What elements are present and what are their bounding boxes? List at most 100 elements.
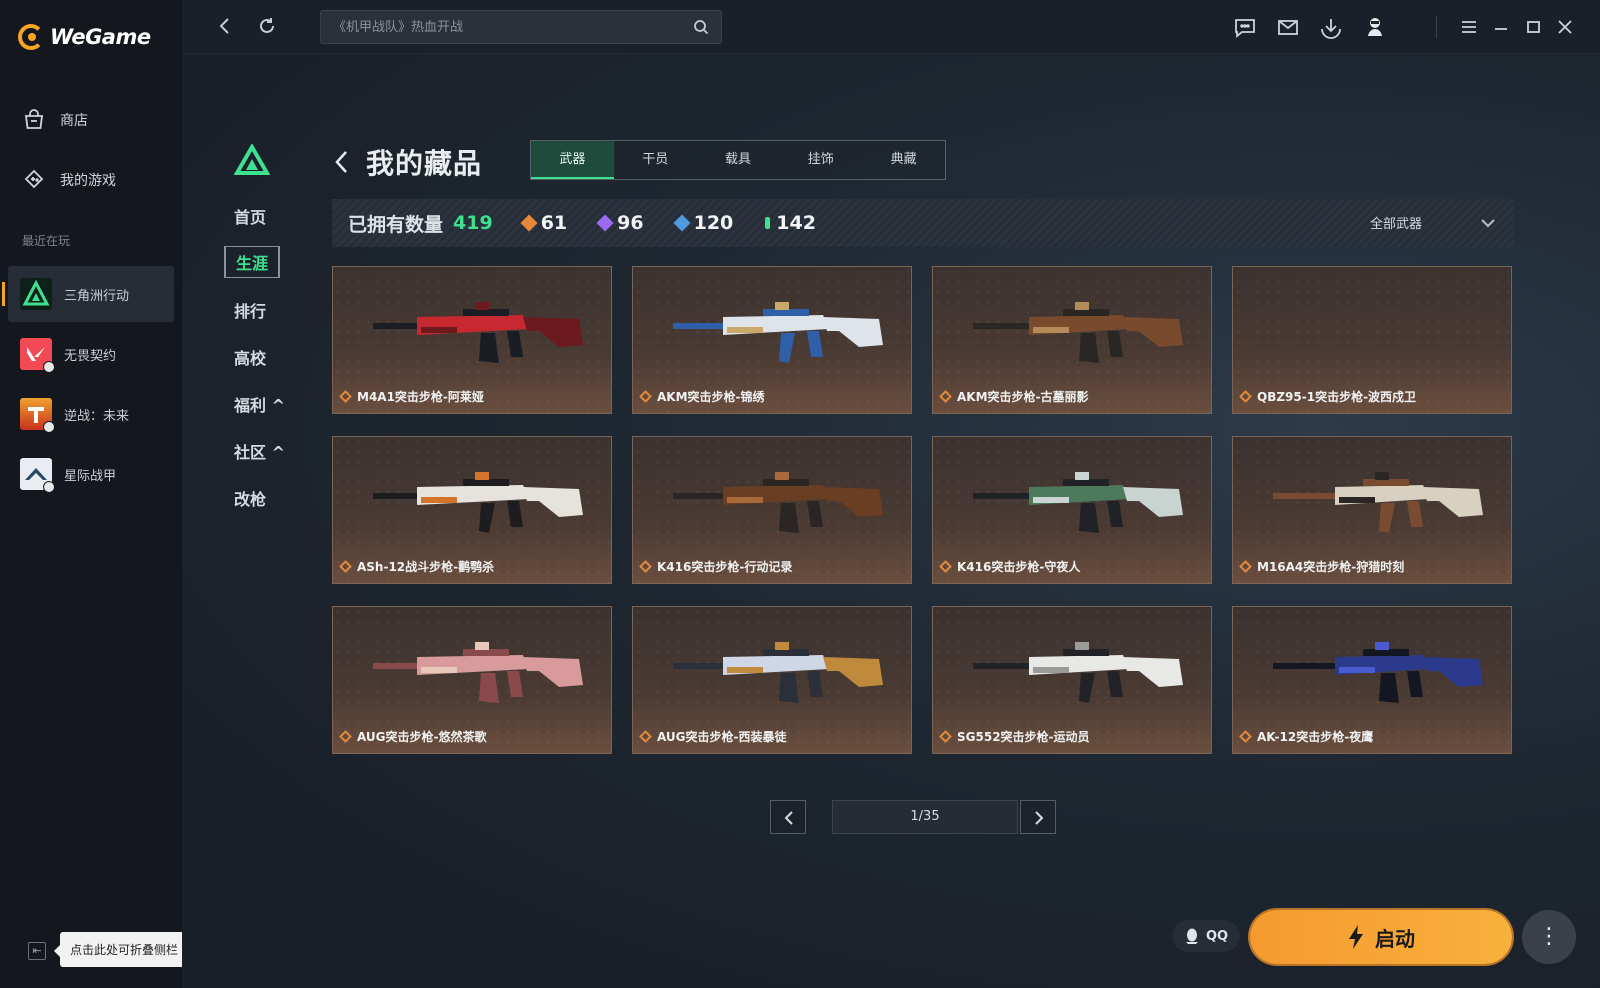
tab-operators[interactable]: 干员 [614,141,697,179]
weapon-card[interactable]: ASh-12战斗步枪-鹳鹗杀 [332,436,612,584]
weapon-card[interactable]: AKM突击步枪-古墓丽影 [932,266,1212,414]
rarity-gem-icon [939,560,952,573]
collection-tabs: 武器 干员 载具 挂饰 典藏 [530,140,946,180]
subnav-item-welfare[interactable]: 福利 ^ [234,392,285,416]
launch-game-button[interactable]: 启动 [1250,910,1512,964]
tab-weapons[interactable]: 武器 [531,141,614,179]
recent-game-label: 逆战：未来 [64,408,130,424]
page-header: 我的藏品 [332,142,482,182]
subnav-item-university[interactable]: 高校 [234,345,266,369]
more-options-button[interactable]: ⋮ [1522,910,1576,964]
mail-icon[interactable] [1275,14,1301,40]
rarity-gem-icon [639,560,652,573]
weapon-image [373,472,583,533]
chat-icon[interactable] [1232,14,1258,40]
weapon-image [973,642,1183,703]
weapon-card[interactable]: M4A1突击步枪-阿莱娅 [332,266,612,414]
rarity-count: 120 [693,212,734,234]
avatar-icon[interactable] [1362,14,1388,40]
orange-gem-icon [520,214,538,232]
recent-game-delta-force[interactable]: 三角洲行动 [2,266,174,322]
rarity-gem-icon [339,390,352,403]
rarity-gem-icon [939,390,952,403]
weapon-card-label: ASh-12战斗步枪-鹳鹗杀 [339,558,495,575]
rarity-gem-icon [1239,390,1252,403]
weapon-card[interactable]: K416突击步枪-守夜人 [932,436,1212,584]
weapon-card-label: K416突击步枪-守夜人 [939,558,1080,575]
weapon-card[interactable]: AUG突击步枪-西装暴徒 [632,606,912,754]
rarity-gem-icon [639,730,652,743]
collapse-sidebar-button[interactable]: ⇤ [28,942,46,960]
download-badge-icon [43,481,55,493]
weapon-card[interactable]: QBZ95-1突击步枪-波西戍卫 [1232,266,1512,414]
wegame-logo[interactable]: WeGame [18,24,151,50]
search-input[interactable] [333,19,693,35]
qq-account-button[interactable]: QQ [1172,920,1240,952]
rarity-gem-icon [939,730,952,743]
subnav-item-home[interactable]: 首页 [234,204,266,228]
next-page-button[interactable] [1020,800,1056,834]
recent-game-warframe[interactable]: 星际战甲 [8,446,174,502]
qq-penguin-icon [1185,928,1198,944]
subnav-item-community[interactable]: 社区 ^ [234,439,285,463]
weapon-card-label: K416突击步枪-行动记录 [639,558,793,575]
weapon-name: AUG突击步枪-悠然茶歌 [357,730,487,744]
chevron-down-icon [1481,218,1495,227]
qq-label: QQ [1205,928,1229,944]
weapon-name: ASh-12战斗步枪-鹳鹗杀 [357,560,495,574]
blue-gem-icon [673,214,691,232]
weapon-card-label: AKM突击步枪-古墓丽影 [939,388,1089,405]
rarity-count: 61 [540,212,568,234]
sidebar-item-my-games[interactable]: 我的游戏 [22,168,116,192]
owned-label: 已拥有数量 [348,213,444,236]
tab-vehicles[interactable]: 载具 [697,141,780,179]
download-icon[interactable] [1318,14,1344,40]
weapon-card[interactable]: AKM突击步枪-锦绣 [632,266,912,414]
stats-bar: 已拥有数量 419 61 96 120 142 全部武器 [332,199,1514,247]
weapon-image [1273,472,1483,533]
collapse-tooltip: 点击此处可折叠侧栏 [53,932,189,967]
weapon-filter-dropdown[interactable]: 全部武器 [1370,213,1496,232]
topbar [182,0,1600,54]
tab-collectibles[interactable]: 典藏 [862,141,945,179]
weapon-card[interactable]: AUG突击步枪-悠然茶歌 [332,606,612,754]
rarity-gem-icon [339,730,352,743]
refresh-icon[interactable] [256,15,278,37]
rarity-green: 142 [765,212,816,234]
wegame-logo-icon [18,24,44,50]
maximize-icon[interactable] [1520,14,1546,40]
back-icon[interactable] [214,15,236,37]
sidebar-item-store[interactable]: 商店 [22,108,88,132]
recent-label: 最近在玩 [22,234,71,248]
minimize-icon[interactable] [1488,14,1514,40]
weapon-name: AK-12突击步枪-夜鹰 [1257,730,1374,744]
subnav-item-gunsmith[interactable]: 改枪 [234,486,266,510]
weapon-card[interactable]: K416突击步枪-行动记录 [632,436,912,584]
download-badge-icon [43,361,55,373]
recent-game-valorant[interactable]: 无畏契约 [8,326,174,382]
weapon-card[interactable]: AK-12突击步枪-夜鹰 [1232,606,1512,754]
weapon-name: AKM突击步枪-锦绣 [657,390,765,404]
warframe-icon [20,458,55,493]
nizhan-icon [20,398,55,433]
weapon-name: K416突击步枪-行动记录 [657,560,793,574]
weapon-card-label: AUG突击步枪-悠然茶歌 [339,728,487,745]
tab-charms[interactable]: 挂饰 [779,141,862,179]
weapon-grid: M4A1突击步枪-阿莱娅 AKM突击步枪-锦绣 AKM突击步枪-古墓丽影 QBZ95-… [332,266,1514,754]
rarity-gem-icon [639,390,652,403]
close-icon[interactable] [1552,14,1578,40]
weapon-image [673,472,883,533]
subnav-item-ranking[interactable]: 排行 [234,298,266,322]
recent-game-nizhan[interactable]: 逆战：未来 [8,386,174,442]
search-icon[interactable] [693,19,709,35]
weapon-card[interactable]: M16A4突击步枪-狩猎时刻 [1232,436,1512,584]
sidebar-item-label: 我的游戏 [60,173,116,189]
recent-game-label: 星际战甲 [64,468,117,484]
prev-page-button[interactable] [770,800,806,834]
menu-icon[interactable] [1456,14,1482,40]
weapon-card[interactable]: SG552突击步枪-运动员 [932,606,1212,754]
rarity-purple: 96 [596,212,644,234]
rarity-gem-icon [1239,730,1252,743]
subnav-item-career[interactable]: 生涯 [224,246,281,278]
chevron-left-icon[interactable] [332,148,352,176]
